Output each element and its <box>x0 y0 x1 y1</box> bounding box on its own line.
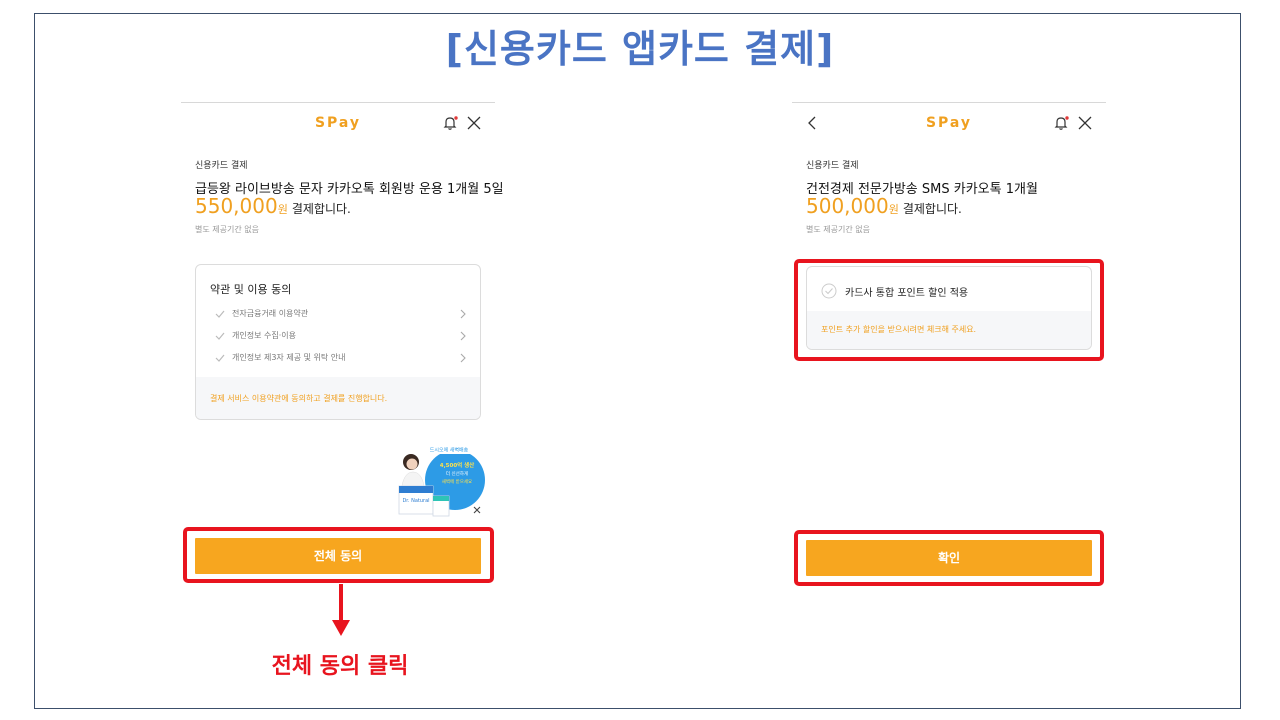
ad-line-2: 더 신선하게 <box>446 470 468 477</box>
terms-title: 약관 및 이용 동의 <box>210 283 292 296</box>
chevron-right-icon[interactable] <box>458 329 468 343</box>
currency-unit: 원 <box>888 203 899 216</box>
pay-text: 결제합니다. <box>902 202 962 216</box>
terms-item[interactable]: 개인정보 제3자 제공 및 위탁 안내 <box>210 351 468 367</box>
payment-type-label: 신용카드 결제 <box>195 161 248 171</box>
down-arrow-icon <box>332 584 350 636</box>
check-icon[interactable] <box>214 330 226 342</box>
check-icon[interactable] <box>214 352 226 364</box>
ad-close-icon[interactable] <box>472 505 482 515</box>
ad-product-text: Dr. Natural <box>402 498 429 504</box>
highlight-confirm <box>794 530 1104 586</box>
pay-text: 결제합니다. <box>291 202 351 216</box>
payment-amount: 500,000 <box>806 194 889 218</box>
panel-divider <box>181 102 495 103</box>
ad-line-1: 4,500억 생산 <box>440 461 475 469</box>
page-title: [신용카드 앱카드 결제] <box>445 27 835 71</box>
service-period: 별도 제공기간 없음 <box>195 225 259 234</box>
bell-icon[interactable] <box>1052 114 1070 132</box>
ad-badge: 드시오에 새벽배송 <box>430 447 469 454</box>
panel-divider <box>792 102 1106 103</box>
amount-line: 500,000원 결제합니다. <box>806 194 962 218</box>
terms-footer: 결제 서비스 이용약관에 동의하고 결제를 진행합니다. <box>196 377 480 419</box>
close-icon[interactable] <box>465 114 483 132</box>
amount-line: 550,000원 결제합니다. <box>195 194 351 218</box>
bell-icon[interactable] <box>441 114 459 132</box>
service-period: 별도 제공기간 없음 <box>806 225 870 234</box>
click-caption: 전체 동의 클릭 <box>271 654 409 679</box>
terms-item-label: 개인정보 수집·이용 <box>232 331 296 340</box>
payment-type-label: 신용카드 결제 <box>806 161 859 171</box>
payment-amount: 550,000 <box>195 194 278 218</box>
check-icon[interactable] <box>214 308 226 320</box>
terms-item[interactable]: 전자금융거래 이용약관 <box>210 307 468 323</box>
ad-line-3: 새벽에 받으세요 <box>442 478 472 485</box>
close-icon[interactable] <box>1076 114 1094 132</box>
terms-item-label: 전자금융거래 이용약관 <box>232 309 309 318</box>
currency-unit: 원 <box>277 203 288 216</box>
chevron-right-icon[interactable] <box>458 307 468 321</box>
highlight-point-discount <box>794 259 1104 361</box>
terms-item-label: 개인정보 제3자 제공 및 위탁 안내 <box>232 353 346 362</box>
chevron-right-icon[interactable] <box>458 351 468 365</box>
highlight-agree-all <box>183 527 494 583</box>
terms-card: 약관 및 이용 동의 전자금융거래 이용약관 개인정보 수집·이용 개인정보 제… <box>195 264 481 420</box>
terms-item[interactable]: 개인정보 수집·이용 <box>210 329 468 345</box>
